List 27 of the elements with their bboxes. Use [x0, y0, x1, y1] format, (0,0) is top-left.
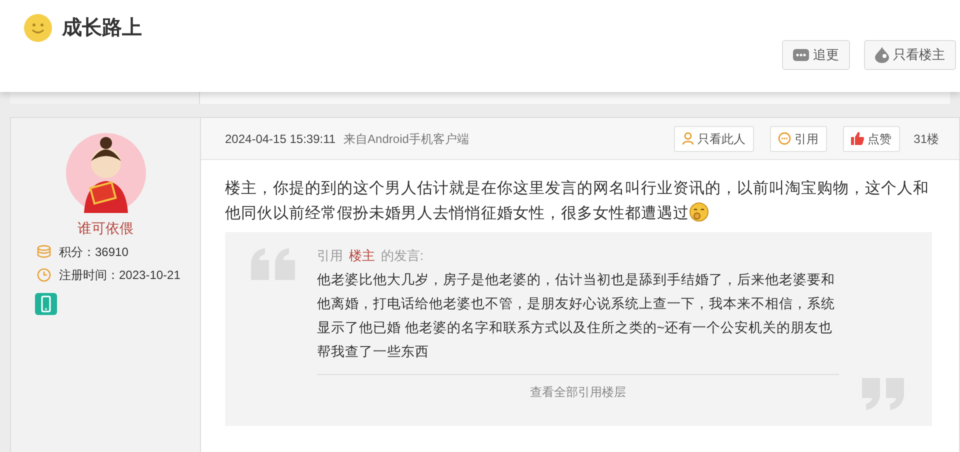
post-source: 来自Android手机客户端: [344, 130, 469, 148]
phone-icon: [35, 293, 57, 315]
thumbs-up-icon: [850, 132, 864, 145]
thread-title: 成长路上: [62, 16, 142, 41]
chat-icon: [793, 49, 809, 61]
speech-bubble-icon: [778, 132, 791, 145]
coins-icon: [37, 245, 51, 259]
post-time: 2024-04-15 15:39:11: [225, 130, 336, 148]
quote-button[interactable]: 引用: [770, 126, 827, 152]
registration-date: 注册时间：2023-10-21: [59, 267, 180, 284]
quote-author-link[interactable]: 楼主: [349, 246, 375, 266]
emoji-icon: [689, 202, 709, 222]
clock-icon: [37, 268, 51, 282]
author-only-button[interactable]: 只看楼主: [864, 40, 956, 70]
author-name[interactable]: 谁可依偎: [78, 218, 134, 239]
quote-prefix: 引用: [317, 247, 343, 265]
person-icon: [682, 132, 694, 145]
like-button[interactable]: 点赞: [842, 126, 900, 152]
person-button[interactable]: 只看此人: [674, 126, 754, 152]
follow-button[interactable]: 追更: [782, 40, 850, 70]
quote-suffix: 的发言:: [381, 247, 424, 265]
points-label: 积分：36910: [59, 244, 128, 261]
floor-number: 31楼: [914, 130, 939, 148]
post-text: 楼主，你提的到的这个男人估计就是在你这里发言的网名叫行业资讯的，以前叫淘宝购物，这个人和他同伙以前经常假扮未婚男人去悄悄征婚女性，很多女性都遭遇过: [225, 178, 930, 224]
drop-icon: [875, 47, 889, 63]
smiley-icon: [24, 14, 52, 42]
quote-text: 他老婆比他大几岁，房子是他老婆的，估计当初也是舔到手结婚了，后来他老婆要和他离婚，打电话给他老婆也不管，是朋友好心说系统上查一下，我本来不相信，系统显示了他已婚 他老婆的名字和联系方式以及住所之类的~还有一个公安机关的朋友也帮我查了一些东西: [317, 270, 836, 360]
